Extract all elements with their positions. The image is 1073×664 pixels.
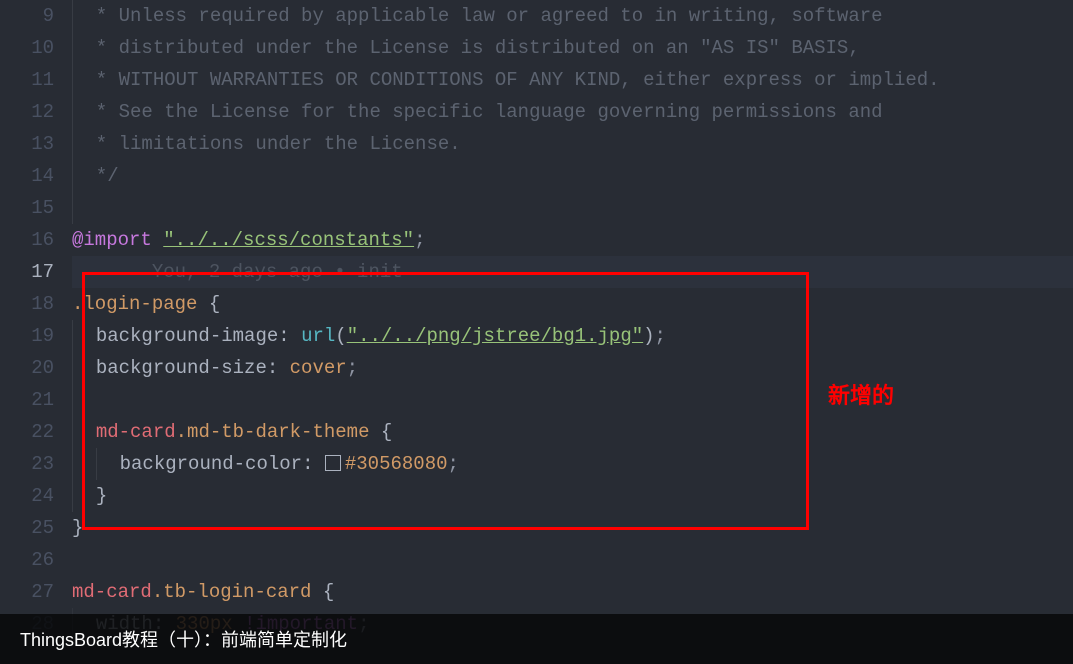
css-property: background-color (120, 453, 302, 475)
brace-open: { (197, 293, 220, 315)
code-line[interactable]: .login-page { (72, 288, 1073, 320)
css-value: cover (290, 357, 347, 379)
comment-text: * distributed under the License is distr… (84, 37, 859, 59)
line-number: 20 (0, 352, 54, 384)
color-swatch-icon (325, 455, 341, 471)
line-number: 16 (0, 224, 54, 256)
css-class-selector: .tb-login-card (152, 581, 312, 603)
line-number: 25 (0, 512, 54, 544)
css-property: background-image (96, 325, 278, 347)
line-number: 9 (0, 0, 54, 32)
code-editor[interactable]: 9 10 11 12 13 14 15 16 17 18 19 20 21 22… (0, 0, 1073, 664)
colon: : (278, 325, 301, 347)
annotation-label: 新增的 (828, 378, 894, 410)
line-number: 13 (0, 128, 54, 160)
line-number: 22 (0, 416, 54, 448)
css-tag-selector: md-card (96, 421, 176, 443)
code-area[interactable]: * Unless required by applicable law or a… (72, 0, 1073, 664)
code-line[interactable]: background-color: #30568080; (72, 448, 1073, 480)
code-line[interactable]: * WITHOUT WARRANTIES OR CONDITIONS OF AN… (72, 64, 1073, 96)
css-selector: .login-page (72, 293, 197, 315)
code-line[interactable]: md-card.tb-login-card { (72, 576, 1073, 608)
line-number: 14 (0, 160, 54, 192)
code-line[interactable]: @import "../../scss/constants"; (72, 224, 1073, 256)
code-line[interactable] (72, 544, 1073, 576)
brace-close: } (72, 517, 83, 539)
line-number-gutter: 9 10 11 12 13 14 15 16 17 18 19 20 21 22… (0, 0, 72, 664)
comment-text: * limitations under the License. (84, 133, 460, 155)
css-class-selector: .md-tb-dark-theme (176, 421, 370, 443)
code-line[interactable]: } (72, 512, 1073, 544)
brace-close: } (96, 485, 107, 507)
code-line-current[interactable]: You, 2 days ago • init (72, 256, 1073, 288)
caption-text: ThingsBoard教程（十）：前端简单定制化 (20, 626, 347, 652)
code-line[interactable]: * Unless required by applicable law or a… (72, 0, 1073, 32)
code-line[interactable]: md-card.md-tb-dark-theme { (72, 416, 1073, 448)
code-line[interactable]: background-size: cover; (72, 352, 1073, 384)
line-number: 19 (0, 320, 54, 352)
css-tag-selector: md-card (72, 581, 152, 603)
caption-bar: ThingsBoard教程（十）：前端简单定制化 (0, 614, 1073, 664)
import-path: "../../scss/constants" (163, 229, 414, 251)
line-number: 15 (0, 192, 54, 224)
css-property: background-size (96, 357, 267, 379)
comment-text: */ (84, 165, 118, 187)
line-number: 10 (0, 32, 54, 64)
line-number: 27 (0, 576, 54, 608)
code-line[interactable]: background-image: url("../../png/jstree/… (72, 320, 1073, 352)
code-line[interactable]: */ (72, 160, 1073, 192)
css-function: url (301, 325, 335, 347)
line-number: 24 (0, 480, 54, 512)
git-blame-annotation: You, 2 days ago • init (152, 261, 403, 283)
line-number: 12 (0, 96, 54, 128)
line-number: 11 (0, 64, 54, 96)
comment-text: * See the License for the specific langu… (84, 101, 882, 123)
code-line[interactable]: } (72, 480, 1073, 512)
hex-color: #30568080 (345, 453, 448, 475)
url-path: "../../png/jstree/bg1.jpg" (347, 325, 643, 347)
code-line[interactable]: * limitations under the License. (72, 128, 1073, 160)
line-number: 21 (0, 384, 54, 416)
line-number: 18 (0, 288, 54, 320)
at-import-keyword: @import (72, 229, 152, 251)
line-number: 26 (0, 544, 54, 576)
code-line[interactable]: * distributed under the License is distr… (72, 32, 1073, 64)
line-number-current: 17 (0, 256, 54, 288)
comment-text: * WITHOUT WARRANTIES OR CONDITIONS OF AN… (84, 69, 939, 91)
code-line[interactable] (72, 384, 1073, 416)
semicolon: ; (414, 229, 425, 251)
code-line[interactable]: * See the License for the specific langu… (72, 96, 1073, 128)
code-line[interactable] (72, 192, 1073, 224)
comment-text: * Unless required by applicable law or a… (84, 5, 882, 27)
line-number: 23 (0, 448, 54, 480)
